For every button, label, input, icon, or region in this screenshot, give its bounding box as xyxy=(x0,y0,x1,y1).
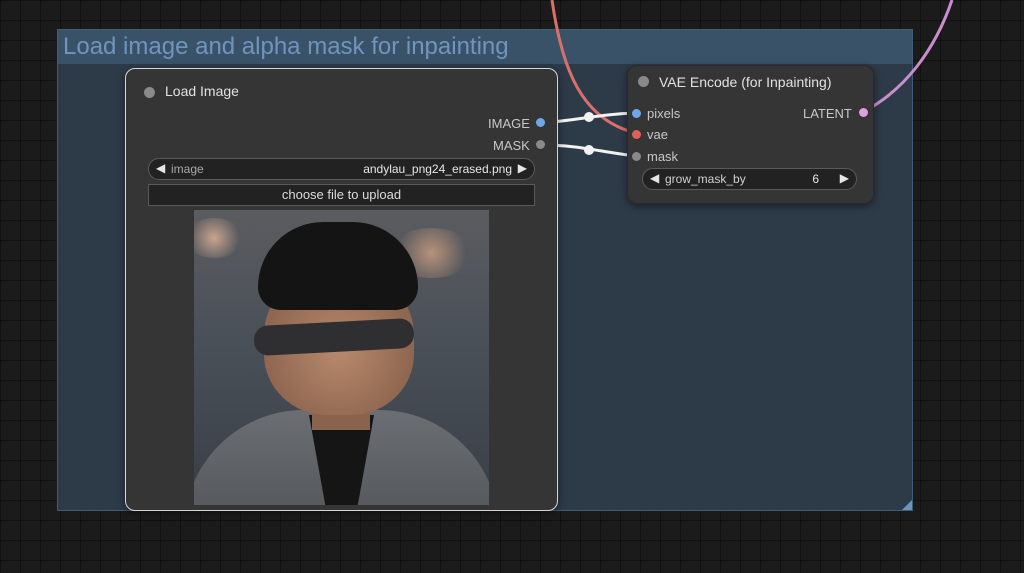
image-output-label: IMAGE xyxy=(488,116,530,131)
mask-input-label: mask xyxy=(647,149,679,164)
arrow-right-icon[interactable]: ▶ xyxy=(840,171,849,185)
arrow-right-icon[interactable]: ▶ xyxy=(518,161,527,175)
image-combo-widget[interactable]: ◀ image andylau_png24_erased.png ▶ xyxy=(148,158,535,180)
arrow-left-icon[interactable]: ◀ xyxy=(156,161,165,175)
image-output-slot[interactable] xyxy=(536,118,545,127)
grow-mask-widget[interactable]: ◀ grow_mask_by 6 ▶ xyxy=(642,168,857,190)
mask-output-label: MASK xyxy=(493,138,530,153)
upload-button[interactable]: choose file to upload xyxy=(148,184,535,206)
load-image-title: Load Image xyxy=(165,83,239,99)
image-widget-value: andylau_png24_erased.png xyxy=(363,162,512,176)
pixels-input-label: pixels xyxy=(647,106,681,121)
vae-encode-title-bar[interactable]: VAE Encode (for Inpainting) xyxy=(628,66,873,98)
group-resize-handle[interactable] xyxy=(902,500,912,510)
collapse-dot-icon[interactable] xyxy=(144,87,155,98)
image-preview xyxy=(194,210,489,505)
vae-input-slot[interactable] xyxy=(632,130,641,139)
grow-mask-value: 6 xyxy=(812,172,819,186)
vae-encode-title: VAE Encode (for Inpainting) xyxy=(659,74,832,90)
image-widget-name: image xyxy=(171,162,204,176)
node-graph-canvas[interactable]: Load image and alpha mask for inpainting… xyxy=(0,0,1024,573)
grow-mask-name: grow_mask_by xyxy=(665,172,746,186)
hair-shape xyxy=(258,222,418,310)
mask-output-slot[interactable] xyxy=(536,140,545,149)
pixels-input-slot[interactable] xyxy=(632,109,641,118)
group-header[interactable]: Load image and alpha mask for inpainting xyxy=(58,30,912,64)
collapse-dot-icon[interactable] xyxy=(638,76,649,87)
latent-output-slot[interactable] xyxy=(859,108,868,117)
group-title: Load image and alpha mask for inpainting xyxy=(63,33,509,60)
mask-input-slot[interactable] xyxy=(632,152,641,161)
bokeh-light-left xyxy=(194,218,244,258)
latent-output-label: LATENT xyxy=(803,106,852,121)
vae-input-label: vae xyxy=(647,127,668,142)
load-image-title-bar[interactable]: Load Image xyxy=(126,69,557,108)
arrow-left-icon[interactable]: ◀ xyxy=(650,171,659,185)
